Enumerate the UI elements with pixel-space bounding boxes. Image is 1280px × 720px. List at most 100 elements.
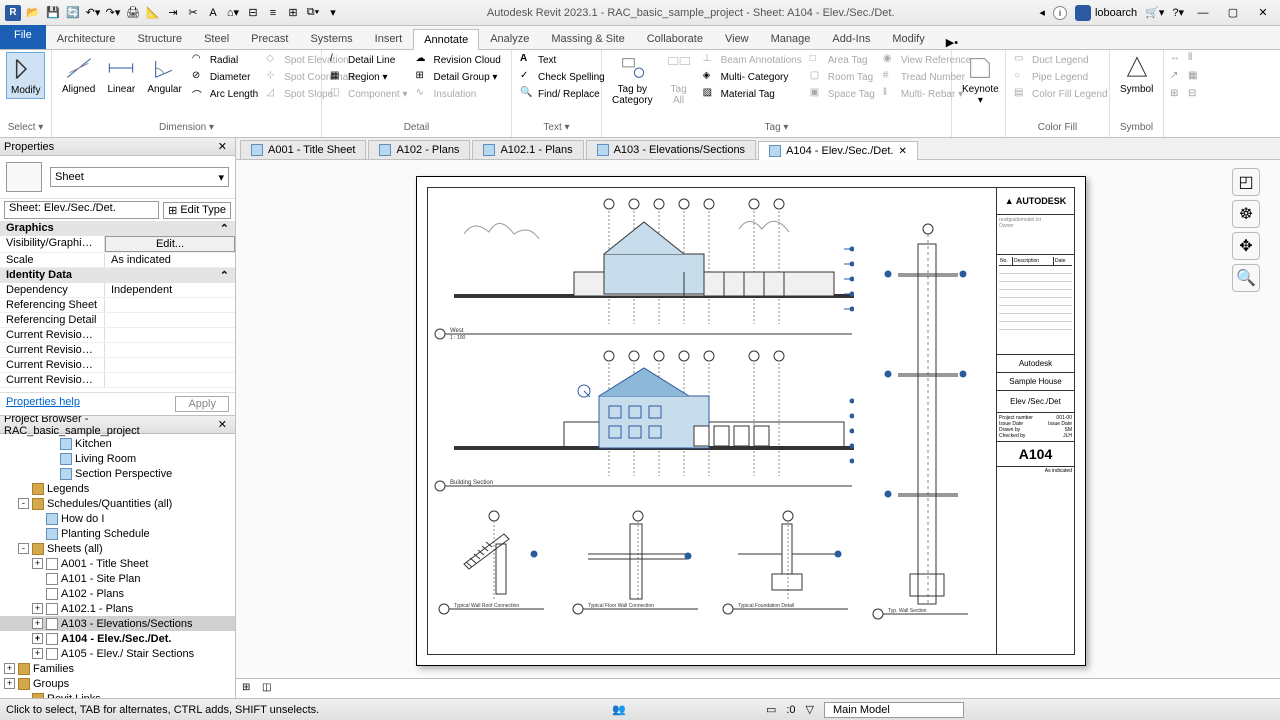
- qat-3d-icon[interactable]: ⌂▾: [224, 4, 242, 22]
- worksharing-icon[interactable]: 👥: [612, 703, 626, 716]
- back-icon[interactable]: ◂: [1039, 6, 1045, 19]
- tree-toggle-icon[interactable]: +: [32, 648, 43, 659]
- prop-row[interactable]: Referencing Sheet: [0, 298, 235, 313]
- properties-help-link[interactable]: Properties help: [6, 396, 80, 412]
- tree-item[interactable]: Section Perspective: [0, 466, 235, 481]
- workset-dropdown[interactable]: Main Model: [824, 702, 964, 718]
- material-tag-button[interactable]: ▨Material Tag: [701, 86, 804, 102]
- qat-close-hidden-icon[interactable]: ⊞: [284, 4, 302, 22]
- info-icon[interactable]: i: [1053, 6, 1067, 20]
- instance-filter-dropdown[interactable]: Sheet: Elev./Sec./Det.: [4, 201, 159, 219]
- find-replace-button[interactable]: 🔍Find/ Replace: [518, 86, 607, 102]
- tree-toggle-icon[interactable]: +: [32, 603, 43, 614]
- arc-length-button[interactable]: ⌒Arc Length: [190, 86, 260, 102]
- tree-item[interactable]: +A103 - Elevations/Sections: [0, 616, 235, 631]
- steering-wheel-button[interactable]: ☸: [1232, 200, 1260, 228]
- qat-align-icon[interactable]: ⇥: [164, 4, 182, 22]
- tree-toggle-icon[interactable]: +: [32, 618, 43, 629]
- view-tab[interactable]: A104 - Elev./Sec./Det.✕: [758, 141, 918, 160]
- qat-save-icon[interactable]: 💾: [44, 4, 62, 22]
- tree-item[interactable]: Revit Links: [0, 691, 235, 698]
- cart-icon[interactable]: 🛒▾: [1145, 6, 1164, 19]
- ribbon-tab-view[interactable]: View: [714, 28, 760, 49]
- qat-customize-icon[interactable]: ▾: [324, 4, 342, 22]
- panel-label-text[interactable]: Text ▾: [518, 120, 595, 135]
- tag-by-category-button[interactable]: Tag by Category: [608, 52, 657, 108]
- panel-label-select[interactable]: Select ▾: [6, 120, 45, 135]
- edit-type-button[interactable]: ⊞Edit Type: [163, 202, 231, 219]
- tree-item[interactable]: A102 - Plans: [0, 586, 235, 601]
- tree-toggle-icon[interactable]: -: [18, 498, 29, 509]
- tree-item[interactable]: -Sheets (all): [0, 541, 235, 556]
- revit-app-icon[interactable]: R: [4, 4, 22, 22]
- tree-item[interactable]: +Families: [0, 661, 235, 676]
- ribbon-tab-insert[interactable]: Insert: [364, 28, 414, 49]
- ribbon-tab-systems[interactable]: Systems: [299, 28, 363, 49]
- panel-label-tag[interactable]: Tag ▾: [608, 120, 945, 135]
- tree-item[interactable]: Kitchen: [0, 436, 235, 451]
- view-west-elevation[interactable]: West 1 : 100: [434, 194, 854, 344]
- tree-toggle-icon[interactable]: +: [4, 663, 15, 674]
- tree-item[interactable]: +A104 - Elev./Sec./Det.: [0, 631, 235, 646]
- tree-item[interactable]: +A102.1 - Plans: [0, 601, 235, 616]
- tree-item[interactable]: A101 - Site Plan: [0, 571, 235, 586]
- prop-row[interactable]: Current Revision Issu...: [0, 358, 235, 373]
- qat-measure-icon[interactable]: 📐: [144, 4, 162, 22]
- radial-dim-button[interactable]: ◠Radial: [190, 52, 260, 68]
- prop-row[interactable]: ScaleAs indicated: [0, 253, 235, 268]
- detail-line-button[interactable]: /Detail Line: [328, 52, 410, 68]
- tree-toggle-icon[interactable]: -: [18, 543, 29, 554]
- prop-row[interactable]: Current Revision Issu...: [0, 343, 235, 358]
- user-badge[interactable]: loboarch: [1075, 5, 1137, 21]
- tab-close-icon[interactable]: ✕: [898, 146, 906, 157]
- qat-open-icon[interactable]: 📂: [24, 4, 42, 22]
- tree-toggle-icon[interactable]: +: [4, 678, 15, 689]
- ribbon-tab-add-ins[interactable]: Add-Ins: [821, 28, 881, 49]
- view-floor-wall-detail[interactable]: Typical Floor Wall Connection: [568, 504, 708, 624]
- ribbon-tab-steel[interactable]: Steel: [193, 28, 240, 49]
- apply-button[interactable]: Apply: [175, 396, 229, 412]
- linear-dim-button[interactable]: Linear: [103, 52, 139, 97]
- prop-row[interactable]: Referencing Detail: [0, 313, 235, 328]
- selection-count-icon[interactable]: ▭: [766, 703, 776, 716]
- viewcube-button[interactable]: ◰: [1232, 168, 1260, 196]
- prop-row[interactable]: Current Revision Issu...: [0, 328, 235, 343]
- qat-sync-icon[interactable]: 🔄: [64, 4, 82, 22]
- prop-row[interactable]: Visibility/Graphics O...Edit...: [0, 236, 235, 253]
- qat-section-icon[interactable]: ⊟: [244, 4, 262, 22]
- qat-redo-icon[interactable]: ↷▾: [104, 4, 122, 22]
- crop-icon[interactable]: ◫: [262, 682, 276, 696]
- qat-trim-icon[interactable]: ✂: [184, 4, 202, 22]
- detail-group-button[interactable]: ⊞Detail Group ▾: [414, 69, 503, 85]
- ribbon-tab-analyze[interactable]: Analyze: [479, 28, 540, 49]
- panel-label-dimension[interactable]: Dimension ▾: [58, 120, 315, 135]
- view-tab[interactable]: A103 - Elevations/Sections: [586, 140, 756, 159]
- angular-dim-button[interactable]: Angular: [143, 52, 185, 97]
- prop-row[interactable]: DependencyIndependent: [0, 283, 235, 298]
- ribbon-tab-precast[interactable]: Precast: [240, 28, 299, 49]
- tree-item[interactable]: +A105 - Elev./ Stair Sections: [0, 646, 235, 661]
- tree-item[interactable]: Living Room: [0, 451, 235, 466]
- browser-close-icon[interactable]: ✕: [214, 418, 231, 431]
- symbol-button[interactable]: Symbol: [1116, 52, 1157, 97]
- properties-close-icon[interactable]: ✕: [214, 140, 231, 153]
- ribbon-tab-collaborate[interactable]: Collaborate: [636, 28, 714, 49]
- text-button[interactable]: AText: [518, 52, 607, 68]
- revision-cloud-button[interactable]: ☁Revision Cloud: [414, 52, 503, 68]
- zoom-button[interactable]: 🔍: [1232, 264, 1260, 292]
- view-tab[interactable]: A102 - Plans: [368, 140, 470, 159]
- multi-category-button[interactable]: ◈Multi- Category: [701, 69, 804, 85]
- pan-button[interactable]: ✥: [1232, 232, 1260, 260]
- tree-item[interactable]: Legends: [0, 481, 235, 496]
- ribbon-play-icon[interactable]: ▶•: [946, 36, 958, 49]
- tree-toggle-icon[interactable]: +: [32, 633, 43, 644]
- tree-item[interactable]: -Schedules/Quantities (all): [0, 496, 235, 511]
- ribbon-tab-manage[interactable]: Manage: [760, 28, 822, 49]
- region-button[interactable]: ▦Region ▾: [328, 69, 410, 85]
- view-tab[interactable]: A102.1 - Plans: [472, 140, 583, 159]
- qat-undo-icon[interactable]: ↶▾: [84, 4, 102, 22]
- ribbon-tab-structure[interactable]: Structure: [126, 28, 193, 49]
- aligned-dim-button[interactable]: Aligned: [58, 52, 99, 97]
- prop-group-header[interactable]: Graphics⌃: [0, 221, 235, 236]
- file-tab[interactable]: File: [0, 25, 46, 49]
